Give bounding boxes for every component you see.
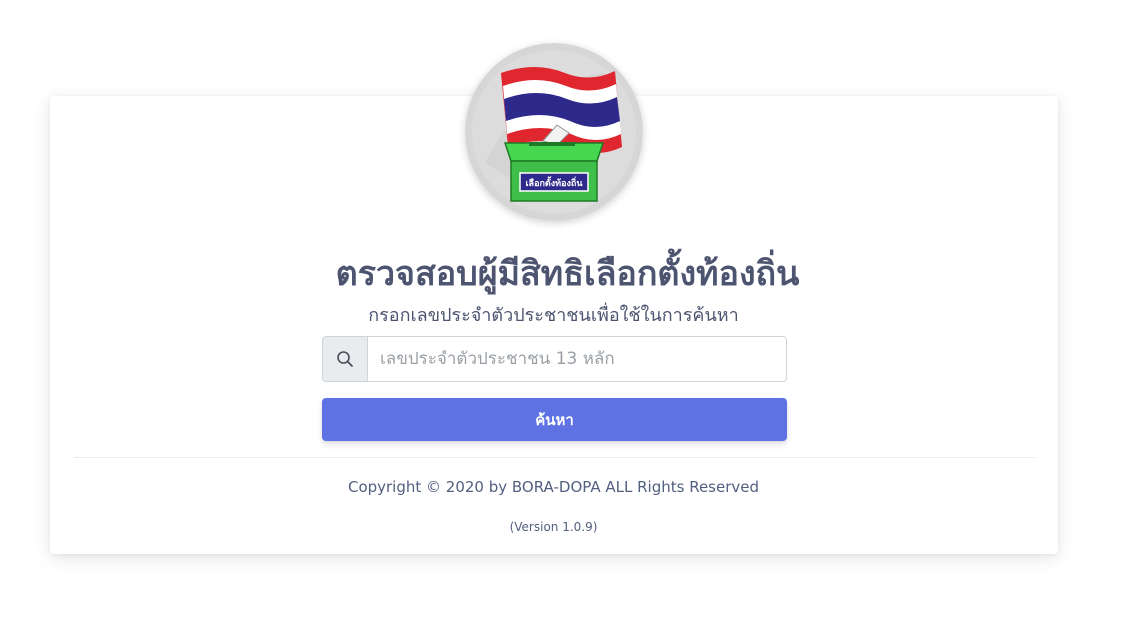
search-button[interactable]: ค้นหา <box>322 398 787 441</box>
footer-divider <box>74 457 1035 458</box>
page-subtitle: กรอกเลขประจำตัวประชาชนเพื่อใช้ในการค้นหา <box>368 305 739 326</box>
version-text: (Version 1.0.9) <box>509 520 598 534</box>
ballot-box-icon <box>503 142 605 202</box>
citizen-id-input[interactable] <box>367 336 787 382</box>
search-addon <box>322 336 367 382</box>
search-icon <box>337 351 353 367</box>
election-logo-image: เลือกตั้งท้องถิ่น <box>465 43 643 221</box>
search-group <box>322 336 787 382</box>
copyright-text: Copyright © 2020 by BORA-DOPA ALL Rights… <box>347 478 760 496</box>
page-title: ตรวจสอบผู้มีสิทธิเลือกตั้งท้องถิ่น <box>335 254 800 294</box>
election-logo: เลือกตั้งท้องถิ่น <box>465 43 643 221</box>
